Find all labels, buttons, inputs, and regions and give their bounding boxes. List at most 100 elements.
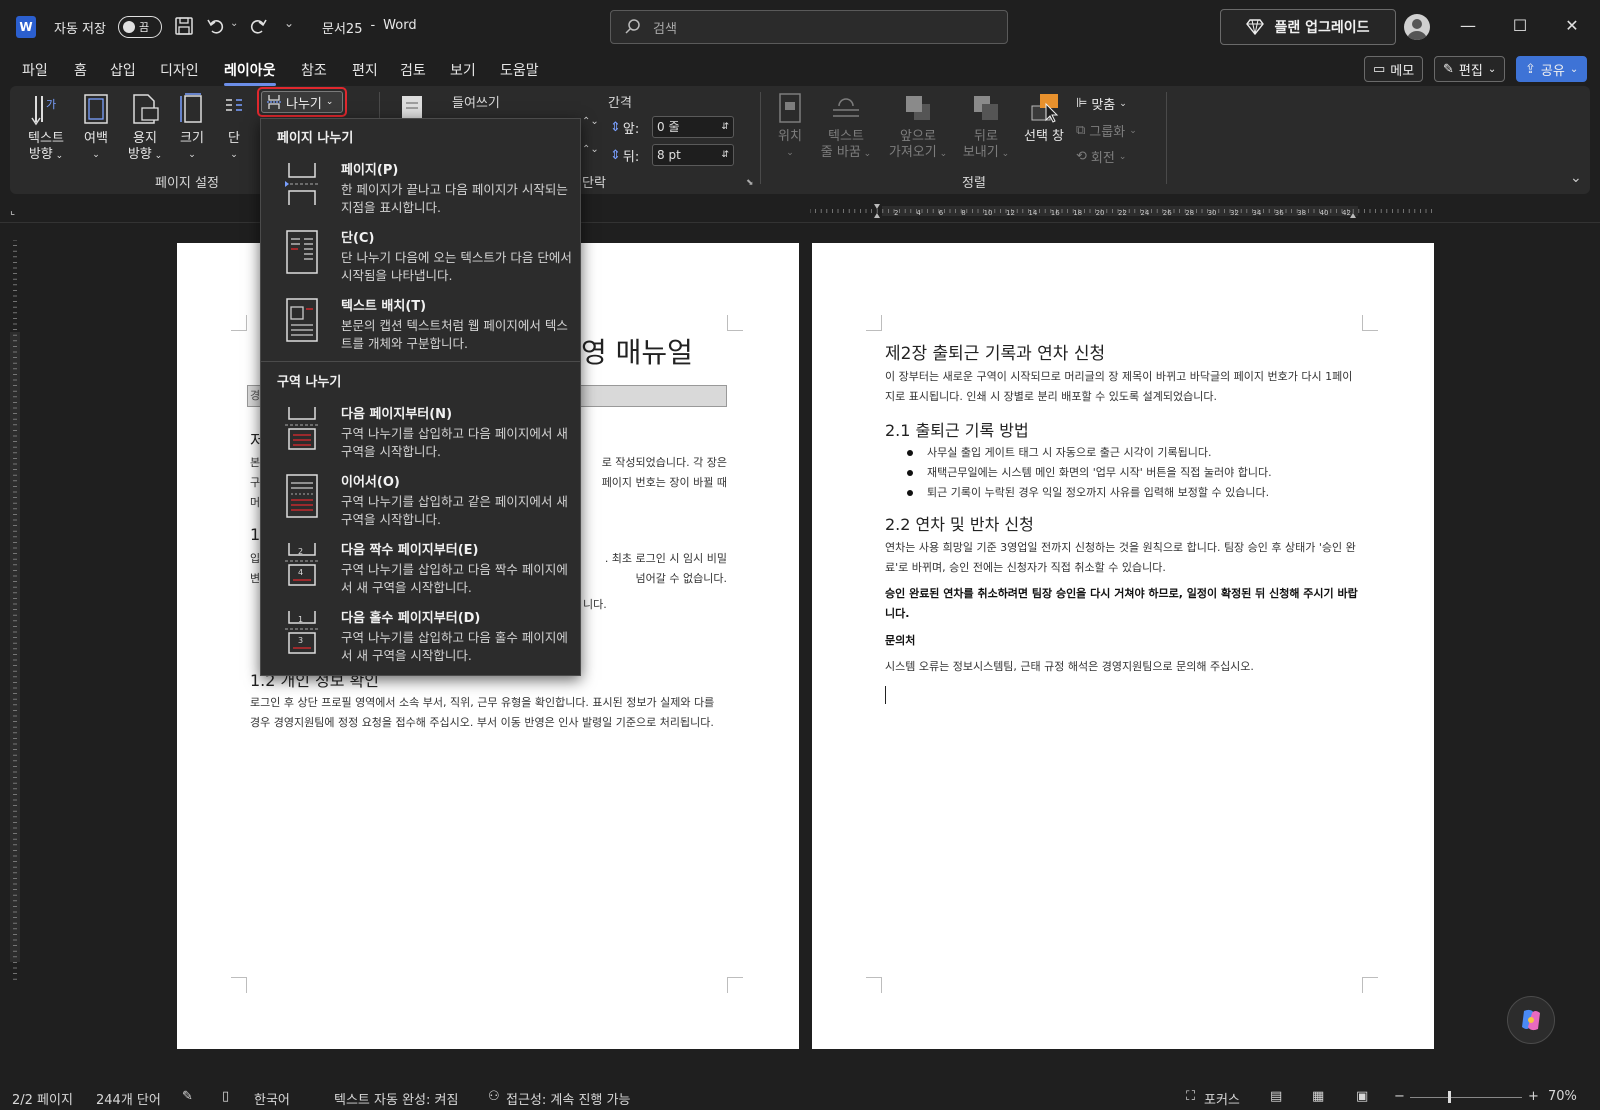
- paragraph-dialog-launcher-icon[interactable]: ⬊: [746, 178, 754, 188]
- pencil-icon: ✎: [1443, 61, 1454, 77]
- vertical-ruler[interactable]: [8, 240, 22, 980]
- menu-item-page-break[interactable]: 페이지(P) 한 페이지가 끝나고 다음 페이지가 시작되는 지점을 표시합니다…: [261, 159, 580, 223]
- app-name: Word: [383, 18, 417, 33]
- spinner-arrows-icon[interactable]: ⇵: [721, 145, 729, 165]
- minimize-icon[interactable]: —: [1456, 14, 1480, 38]
- tab-insert[interactable]: 삽입: [110, 60, 136, 80]
- text-predictions-status[interactable]: 텍스트 자동 완성: 켜짐: [334, 1089, 458, 1108]
- rotate-button[interactable]: ⟲ 회전 ⌄: [1076, 147, 1126, 166]
- tab-layout[interactable]: 레이아웃: [224, 60, 276, 86]
- send-backward-button[interactable]: 뒤로 보내기 ⌄: [958, 92, 1014, 162]
- indent-right-spinner-arrows[interactable]: ⌃⌄: [582, 144, 599, 155]
- save-icon[interactable]: [174, 16, 194, 36]
- menu-item-column-break[interactable]: 단(C) 단 나누기 다음에 오는 텍스트가 다음 단에서 시작됨을 나타냅니다…: [261, 227, 580, 291]
- edit-mode-button[interactable]: ✎ 편집 ⌄: [1434, 56, 1506, 82]
- horizontal-ruler[interactable]: 2 4 6 8 10 12 14 16 18 20 22 24 26 28 30 32 34 36 38 40 42: [810, 204, 1434, 218]
- share-button[interactable]: ⇪ 공유 ⌄: [1516, 56, 1588, 82]
- redo-icon[interactable]: [248, 16, 268, 36]
- upgrade-plan-button[interactable]: 플랜 업그레이드: [1220, 9, 1396, 45]
- tab-home[interactable]: 홈: [74, 60, 87, 80]
- search-icon: [625, 19, 640, 34]
- ruler-number: 32: [1230, 209, 1239, 217]
- menu-item-even-page[interactable]: 24 다음 짝수 페이지부터(E) 구역 나누기를 삽입하고 다음 짝수 페이지…: [261, 539, 580, 603]
- tab-help[interactable]: 도움말: [500, 60, 539, 80]
- list-item-text: 재택근무일에는 시스템 메인 화면의 '업무 시작' 버튼을 직접 눌러야 합니…: [927, 466, 1272, 479]
- copilot-icon: [1522, 1009, 1540, 1031]
- copilot-button[interactable]: [1507, 996, 1555, 1044]
- space-after-input[interactable]: 8 pt ⇵: [652, 144, 734, 166]
- page-count[interactable]: 2/2 페이지: [12, 1089, 73, 1108]
- columns-button[interactable]: 단 ⌄: [220, 92, 248, 163]
- zoom-level[interactable]: 70%: [1548, 1089, 1577, 1104]
- tab-review[interactable]: 검토: [400, 60, 426, 80]
- memo-button[interactable]: ▭ 메모: [1364, 56, 1424, 82]
- rotate-icon: ⟲: [1076, 149, 1087, 164]
- crop-mark: [231, 977, 247, 993]
- customize-qat-icon[interactable]: ⌄: [284, 16, 294, 30]
- print-layout-icon[interactable]: ▦: [1312, 1089, 1324, 1104]
- accessibility-status[interactable]: 접근성: 계속 진행 가능: [506, 1089, 630, 1108]
- selection-pane-button[interactable]: 선택 창: [1020, 92, 1068, 145]
- ruler-number: 10: [984, 209, 993, 217]
- tab-view[interactable]: 보기: [450, 60, 476, 80]
- accessibility-icon: ⚇: [488, 1089, 500, 1104]
- tab-references[interactable]: 참조: [301, 60, 327, 80]
- space-before-label: 앞:: [622, 122, 640, 137]
- tab-mailings[interactable]: 편지: [352, 60, 378, 80]
- spinner-arrows-icon[interactable]: ⇵: [721, 117, 729, 137]
- text-direction-button[interactable]: 가 텍스트 방향 ⌄: [24, 92, 68, 164]
- undo-dropdown-chevron-icon[interactable]: ⌄: [230, 18, 238, 29]
- read-mode-icon[interactable]: ▤: [1270, 1089, 1282, 1104]
- indent-left-spinner-arrows[interactable]: ⌃⌄: [582, 116, 599, 127]
- bring-forward-button[interactable]: 앞으로 가져오기 ⌄: [886, 92, 950, 162]
- autosave-toggle[interactable]: 끔: [118, 16, 162, 38]
- focus-mode[interactable]: 포커스: [1204, 1089, 1240, 1108]
- ruler-divider: [0, 222, 1600, 223]
- size-button[interactable]: 크기 ⌄: [174, 92, 210, 163]
- send-backward-label-1: 뒤로: [974, 129, 998, 144]
- language[interactable]: 한국어: [254, 1089, 290, 1108]
- menu-item-odd-page[interactable]: 13 다음 홀수 페이지부터(D) 구역 나누기를 삽입하고 다음 홀수 페이지…: [261, 607, 580, 671]
- tab-design[interactable]: 디자인: [160, 60, 199, 80]
- tab-file[interactable]: 파일: [22, 60, 48, 80]
- zoom-in-icon[interactable]: +: [1528, 1089, 1539, 1104]
- chevron-down-icon: ⌄: [860, 149, 872, 159]
- word-count[interactable]: 244개 단어: [96, 1089, 161, 1108]
- zoom-out-icon[interactable]: −: [1394, 1089, 1405, 1104]
- contact-text: 시스템 오류는 정보시스템팀, 근태 규정 해석은 경영지원팀으로 문의해 주십…: [885, 660, 1254, 673]
- proofing-icon[interactable]: ✎: [182, 1089, 193, 1104]
- menu-item-text-wrapping-break[interactable]: 텍스트 배치(T) 본문의 캡션 텍스트처럼 웹 페이지에서 텍스트를 개체와 …: [261, 295, 580, 359]
- document-page-2[interactable]: 제2장 출퇴근 기록과 연차 신청 이 장부터는 새로운 구역이 시작되므로 머…: [812, 243, 1434, 1049]
- search-placeholder: 검색: [653, 21, 677, 37]
- page-setup-group-label: 페이지 설정: [155, 176, 219, 191]
- collapse-ribbon-chevron-icon[interactable]: ⌄: [1570, 170, 1582, 186]
- space-after-label-row: ⇕ 뒤:: [610, 146, 639, 165]
- section-breaks-header: 구역 나누기: [277, 375, 342, 390]
- menu-item-next-page[interactable]: 다음 페이지부터(N) 구역 나누기를 삽입하고 다음 페이지에서 새 구역을 …: [261, 403, 580, 467]
- group-button[interactable]: ⧉ 그룹화 ⌄: [1076, 121, 1137, 140]
- close-icon[interactable]: ✕: [1560, 14, 1584, 38]
- orientation-label-1: 용지: [133, 131, 157, 146]
- undo-icon[interactable]: [206, 16, 226, 36]
- maximize-icon[interactable]: ☐: [1508, 14, 1532, 38]
- book-icon[interactable]: ▯: [222, 1089, 229, 1104]
- align-button[interactable]: ⊫ 맞춤 ⌄: [1076, 94, 1127, 113]
- zoom-slider-track[interactable]: [1410, 1097, 1522, 1098]
- space-before-input[interactable]: 0 줄 ⇵: [652, 116, 734, 138]
- bullet-dot: [907, 470, 913, 476]
- ruler-number: 38: [1297, 209, 1306, 217]
- orientation-button[interactable]: 용지 방향 ⌄: [122, 92, 168, 164]
- position-button[interactable]: 위치 ⌄: [772, 92, 808, 161]
- menu-item-title: 단(C): [341, 231, 375, 246]
- breaks-button[interactable]: 나누기 ⌄: [261, 91, 343, 113]
- align-icon: ⊫: [1076, 96, 1088, 111]
- web-layout-icon[interactable]: ▣: [1356, 1089, 1368, 1104]
- margins-button[interactable]: 여백 ⌄: [76, 92, 116, 163]
- zoom-slider-thumb[interactable]: [1448, 1091, 1451, 1103]
- search-box[interactable]: 검색: [610, 10, 1008, 44]
- user-avatar-icon[interactable]: [1404, 14, 1430, 40]
- tab-selector-icon[interactable]: ⌞: [10, 204, 15, 217]
- wrap-text-button[interactable]: 텍스트 줄 바꿈 ⌄: [816, 92, 876, 162]
- list-item-text: 퇴근 기록이 누락된 경우 익일 정오까지 사유를 입력해 보정할 수 있습니다…: [927, 486, 1270, 499]
- menu-item-continuous[interactable]: 이어서(O) 구역 나누기를 삽입하고 같은 페이지에서 새 구역을 시작합니다…: [261, 471, 580, 535]
